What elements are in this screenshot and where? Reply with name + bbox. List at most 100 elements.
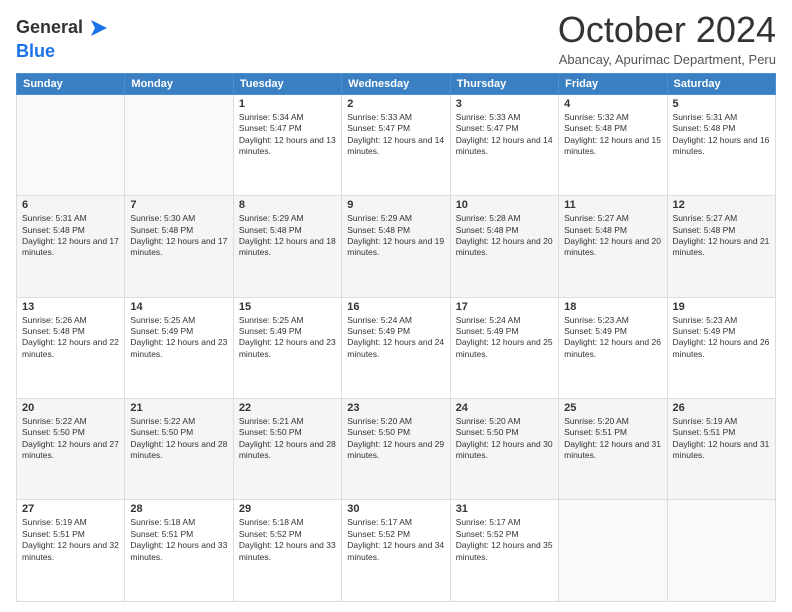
day-info: Sunrise: 5:25 AM Sunset: 5:49 PM Dayligh… bbox=[239, 315, 336, 361]
calendar-week-row: 27 Sunrise: 5:19 AM Sunset: 5:51 PM Dayli… bbox=[17, 500, 776, 602]
col-tuesday: Tuesday bbox=[233, 73, 341, 94]
day-info: Sunrise: 5:25 AM Sunset: 5:49 PM Dayligh… bbox=[130, 315, 227, 361]
header: General Blue October 2024 Abancay, Apuri… bbox=[16, 10, 776, 67]
day-number: 29 bbox=[239, 503, 336, 515]
table-row: 14 Sunrise: 5:25 AM Sunset: 5:49 PM Dayli… bbox=[125, 297, 233, 398]
table-row bbox=[559, 500, 667, 602]
day-number: 5 bbox=[673, 98, 770, 110]
day-number: 28 bbox=[130, 503, 227, 515]
day-info: Sunrise: 5:22 AM Sunset: 5:50 PM Dayligh… bbox=[130, 416, 227, 462]
table-row: 29 Sunrise: 5:18 AM Sunset: 5:52 PM Dayli… bbox=[233, 500, 341, 602]
table-row: 24Sunrise: 5:20 AM Sunset: 5:50 PM Dayli… bbox=[450, 399, 558, 500]
table-row: 30 Sunrise: 5:17 AM Sunset: 5:52 PM Dayli… bbox=[342, 500, 450, 602]
day-info: Sunrise: 5:19 AM Sunset: 5:51 PM Dayligh… bbox=[22, 517, 119, 563]
day-info: Sunrise: 5:24 AM Sunset: 5:49 PM Dayligh… bbox=[347, 315, 444, 361]
table-row bbox=[667, 500, 775, 602]
day-info: Sunrise: 5:17 AM Sunset: 5:52 PM Dayligh… bbox=[347, 517, 444, 563]
day-info: Sunrise: 5:20 AM Sunset: 5:50 PM Dayligh… bbox=[456, 416, 553, 462]
logo-general: General bbox=[16, 18, 83, 38]
day-info: Sunrise: 5:28 AM Sunset: 5:48 PM Dayligh… bbox=[456, 213, 553, 259]
table-row: 7 Sunrise: 5:30 AM Sunset: 5:48 PM Daylig… bbox=[125, 196, 233, 297]
day-number: 31 bbox=[456, 503, 553, 515]
day-info: Sunrise: 5:34 AM Sunset: 5:47 PM Dayligh… bbox=[239, 112, 336, 158]
table-row: 2Sunrise: 5:33 AM Sunset: 5:47 PM Daylig… bbox=[342, 94, 450, 195]
calendar-week-row: 6Sunrise: 5:31 AM Sunset: 5:48 PM Daylig… bbox=[17, 196, 776, 297]
day-info: Sunrise: 5:21 AM Sunset: 5:50 PM Dayligh… bbox=[239, 416, 336, 462]
day-info: Sunrise: 5:29 AM Sunset: 5:48 PM Dayligh… bbox=[239, 213, 336, 259]
table-row bbox=[125, 94, 233, 195]
page: General Blue October 2024 Abancay, Apuri… bbox=[0, 0, 792, 612]
calendar-table: Sunday Monday Tuesday Wednesday Thursday… bbox=[16, 73, 776, 602]
calendar-week-row: 1 Sunrise: 5:34 AM Sunset: 5:47 PM Daylig… bbox=[17, 94, 776, 195]
day-number: 22 bbox=[239, 402, 336, 414]
day-info: Sunrise: 5:18 AM Sunset: 5:51 PM Dayligh… bbox=[130, 517, 227, 563]
logo-blue: Blue bbox=[16, 42, 113, 62]
day-number: 1 bbox=[239, 98, 336, 110]
day-number: 18 bbox=[564, 301, 661, 313]
day-info: Sunrise: 5:20 AM Sunset: 5:51 PM Dayligh… bbox=[564, 416, 661, 462]
table-row: 17Sunrise: 5:24 AM Sunset: 5:49 PM Dayli… bbox=[450, 297, 558, 398]
col-friday: Friday bbox=[559, 73, 667, 94]
table-row: 16Sunrise: 5:24 AM Sunset: 5:49 PM Dayli… bbox=[342, 297, 450, 398]
table-row: 26Sunrise: 5:19 AM Sunset: 5:51 PM Dayli… bbox=[667, 399, 775, 500]
logo: General Blue bbox=[16, 14, 113, 62]
day-info: Sunrise: 5:26 AM Sunset: 5:48 PM Dayligh… bbox=[22, 315, 119, 361]
table-row: 20Sunrise: 5:22 AM Sunset: 5:50 PM Dayli… bbox=[17, 399, 125, 500]
table-row bbox=[17, 94, 125, 195]
table-row: 10Sunrise: 5:28 AM Sunset: 5:48 PM Dayli… bbox=[450, 196, 558, 297]
table-row: 27 Sunrise: 5:19 AM Sunset: 5:51 PM Dayli… bbox=[17, 500, 125, 602]
table-row: 25 Sunrise: 5:20 AM Sunset: 5:51 PM Dayli… bbox=[559, 399, 667, 500]
day-info: Sunrise: 5:30 AM Sunset: 5:48 PM Dayligh… bbox=[130, 213, 227, 259]
table-row: 22 Sunrise: 5:21 AM Sunset: 5:50 PM Dayli… bbox=[233, 399, 341, 500]
day-number: 30 bbox=[347, 503, 444, 515]
col-saturday: Saturday bbox=[667, 73, 775, 94]
day-number: 21 bbox=[130, 402, 227, 414]
day-info: Sunrise: 5:17 AM Sunset: 5:52 PM Dayligh… bbox=[456, 517, 553, 563]
col-thursday: Thursday bbox=[450, 73, 558, 94]
day-info: Sunrise: 5:18 AM Sunset: 5:52 PM Dayligh… bbox=[239, 517, 336, 563]
day-info: Sunrise: 5:23 AM Sunset: 5:49 PM Dayligh… bbox=[564, 315, 661, 361]
table-row: 31 Sunrise: 5:17 AM Sunset: 5:52 PM Dayli… bbox=[450, 500, 558, 602]
table-row: 18 Sunrise: 5:23 AM Sunset: 5:49 PM Dayli… bbox=[559, 297, 667, 398]
day-number: 11 bbox=[564, 199, 661, 211]
day-number: 19 bbox=[673, 301, 770, 313]
table-row: 5 Sunrise: 5:31 AM Sunset: 5:48 PM Daylig… bbox=[667, 94, 775, 195]
calendar-week-row: 13 Sunrise: 5:26 AM Sunset: 5:48 PM Dayli… bbox=[17, 297, 776, 398]
day-number: 14 bbox=[130, 301, 227, 313]
table-row: 23Sunrise: 5:20 AM Sunset: 5:50 PM Dayli… bbox=[342, 399, 450, 500]
day-number: 12 bbox=[673, 199, 770, 211]
day-info: Sunrise: 5:20 AM Sunset: 5:50 PM Dayligh… bbox=[347, 416, 444, 462]
calendar-week-row: 20Sunrise: 5:22 AM Sunset: 5:50 PM Dayli… bbox=[17, 399, 776, 500]
day-info: Sunrise: 5:31 AM Sunset: 5:48 PM Dayligh… bbox=[673, 112, 770, 158]
col-wednesday: Wednesday bbox=[342, 73, 450, 94]
day-info: Sunrise: 5:23 AM Sunset: 5:49 PM Dayligh… bbox=[673, 315, 770, 361]
day-number: 4 bbox=[564, 98, 661, 110]
day-number: 7 bbox=[130, 199, 227, 211]
day-number: 13 bbox=[22, 301, 119, 313]
table-row: 4 Sunrise: 5:32 AM Sunset: 5:48 PM Daylig… bbox=[559, 94, 667, 195]
day-info: Sunrise: 5:22 AM Sunset: 5:50 PM Dayligh… bbox=[22, 416, 119, 462]
day-number: 9 bbox=[347, 199, 444, 211]
table-row: 3Sunrise: 5:33 AM Sunset: 5:47 PM Daylig… bbox=[450, 94, 558, 195]
day-number: 8 bbox=[239, 199, 336, 211]
table-row: 11Sunrise: 5:27 AM Sunset: 5:48 PM Dayli… bbox=[559, 196, 667, 297]
day-info: Sunrise: 5:29 AM Sunset: 5:48 PM Dayligh… bbox=[347, 213, 444, 259]
day-info: Sunrise: 5:19 AM Sunset: 5:51 PM Dayligh… bbox=[673, 416, 770, 462]
day-info: Sunrise: 5:32 AM Sunset: 5:48 PM Dayligh… bbox=[564, 112, 661, 158]
table-row: 15 Sunrise: 5:25 AM Sunset: 5:49 PM Dayli… bbox=[233, 297, 341, 398]
day-number: 15 bbox=[239, 301, 336, 313]
table-row: 9 Sunrise: 5:29 AM Sunset: 5:48 PM Daylig… bbox=[342, 196, 450, 297]
day-info: Sunrise: 5:31 AM Sunset: 5:48 PM Dayligh… bbox=[22, 213, 119, 259]
table-row: 1 Sunrise: 5:34 AM Sunset: 5:47 PM Daylig… bbox=[233, 94, 341, 195]
month-title: October 2024 bbox=[558, 10, 776, 50]
day-number: 2 bbox=[347, 98, 444, 110]
table-row: 13 Sunrise: 5:26 AM Sunset: 5:48 PM Dayli… bbox=[17, 297, 125, 398]
calendar-header-row: Sunday Monday Tuesday Wednesday Thursday… bbox=[17, 73, 776, 94]
day-number: 27 bbox=[22, 503, 119, 515]
logo-icon bbox=[85, 14, 113, 42]
table-row: 19 Sunrise: 5:23 AM Sunset: 5:49 PM Dayli… bbox=[667, 297, 775, 398]
day-info: Sunrise: 5:27 AM Sunset: 5:48 PM Dayligh… bbox=[673, 213, 770, 259]
day-number: 25 bbox=[564, 402, 661, 414]
day-number: 17 bbox=[456, 301, 553, 313]
title-section: October 2024 Abancay, Apurimac Departmen… bbox=[558, 10, 776, 67]
